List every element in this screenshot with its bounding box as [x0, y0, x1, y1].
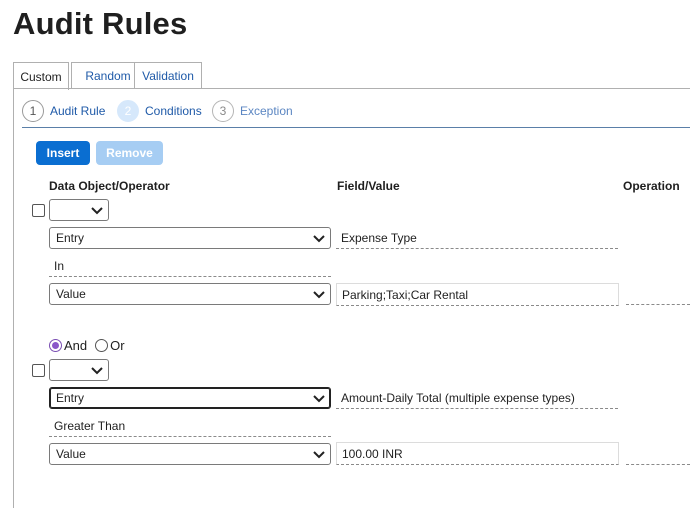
condition-2-checkbox[interactable] — [32, 364, 45, 377]
chevron-down-icon — [313, 451, 325, 459]
condition-2-field[interactable]: Amount-Daily Total (multiple expense typ… — [336, 387, 618, 409]
step-number-3: 3 — [212, 100, 234, 122]
condition-2-value-type: Value — [56, 447, 86, 461]
chevron-down-icon — [91, 367, 103, 375]
column-header-field-value: Field/Value — [337, 179, 400, 193]
condition-1-value-type: Value — [56, 287, 86, 301]
condition-2-value-input[interactable]: 100.00 INR — [336, 442, 619, 465]
remove-button[interactable]: Remove — [96, 141, 163, 165]
condition-2-entry-select[interactable]: Entry — [49, 387, 331, 409]
insert-button[interactable]: Insert — [36, 141, 90, 165]
chevron-down-icon — [91, 207, 103, 215]
step-audit-rule[interactable]: 1 Audit Rule — [22, 100, 105, 122]
chevron-down-icon — [313, 395, 325, 403]
condition-2-value-select[interactable]: Value — [49, 443, 331, 465]
tab-validation[interactable]: Validation — [134, 62, 202, 89]
condition-2-entry-value: Entry — [56, 391, 85, 405]
condition-2-paren-select[interactable] — [49, 359, 109, 381]
condition-1-field[interactable]: Expense Type — [336, 227, 618, 249]
condition-1-value-input[interactable]: Parking;Taxi;Car Rental — [336, 283, 619, 306]
condition-1-entry-value: Entry — [56, 231, 85, 245]
step-exception[interactable]: 3 Exception — [212, 100, 293, 122]
condition-2-operator[interactable]: Greater Than — [49, 415, 331, 437]
step-number-1: 1 — [22, 100, 44, 122]
condition-2-operation-field[interactable] — [626, 464, 690, 465]
logic-radio-group: And Or — [49, 338, 133, 353]
step-conditions[interactable]: 2 Conditions — [117, 100, 202, 122]
page-title: Audit Rules — [13, 6, 188, 41]
condition-1-entry-select[interactable]: Entry — [49, 227, 331, 249]
chevron-down-icon — [313, 235, 325, 243]
steps-divider — [22, 127, 690, 128]
step-label-audit-rule: Audit Rule — [50, 104, 106, 118]
condition-1-checkbox[interactable] — [32, 204, 45, 217]
wizard-steps: 1 Audit Rule 2 Conditions 3 Exception — [22, 100, 690, 128]
or-label: Or — [110, 338, 125, 353]
step-number-2: 2 — [117, 100, 139, 122]
chevron-down-icon — [313, 291, 325, 299]
column-header-data-object: Data Object/Operator — [49, 179, 170, 193]
condition-1-operation-field[interactable] — [626, 304, 690, 305]
step-label-conditions: Conditions — [145, 104, 202, 118]
tab-custom[interactable]: Custom — [13, 62, 69, 90]
condition-1-value-select[interactable]: Value — [49, 283, 331, 305]
condition-1-paren-select[interactable] — [49, 199, 109, 221]
or-radio[interactable] — [95, 339, 109, 352]
step-label-exception: Exception — [240, 104, 293, 118]
and-label: And — [64, 338, 88, 353]
column-header-operation: Operation — [623, 179, 680, 193]
condition-1-operator[interactable]: In — [49, 255, 331, 277]
and-radio[interactable] — [49, 339, 62, 352]
